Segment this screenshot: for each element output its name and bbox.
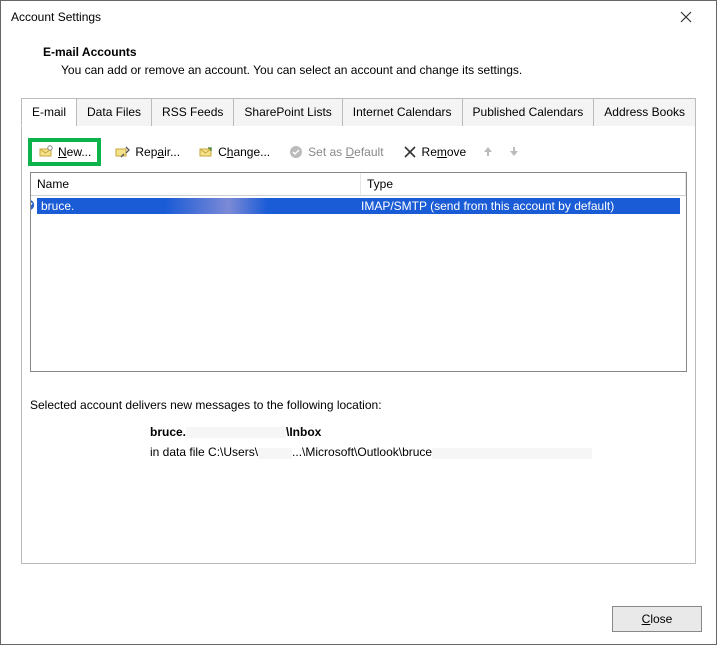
repair-button[interactable]: Repair... (111, 142, 184, 162)
repair-icon (115, 144, 131, 160)
tab-internet-calendars[interactable]: Internet Calendars (342, 98, 463, 126)
tab-address-books[interactable]: Address Books (593, 98, 696, 126)
move-up-button (480, 145, 496, 160)
toolbar: New... Repair... (30, 136, 687, 172)
arrow-down-icon (508, 145, 520, 157)
remove-icon (402, 144, 418, 160)
loc-suffix: \Inbox (286, 425, 321, 439)
cell-name: bruce. (37, 198, 357, 214)
tab-data-files[interactable]: Data Files (76, 98, 152, 126)
highlight-new: New... (28, 138, 101, 166)
redacted-text (432, 448, 592, 459)
remove-button[interactable]: Remove (398, 142, 471, 162)
change-label: Change... (218, 145, 270, 159)
tab-email[interactable]: E-mail (21, 98, 77, 126)
list-header: Name Type (31, 173, 686, 196)
cell-type: IMAP/SMTP (send from this account by def… (357, 198, 680, 214)
change-icon (198, 144, 214, 160)
arrow-up-icon (482, 145, 494, 157)
loc-prefix: bruce. (150, 425, 186, 439)
move-down-button (506, 145, 522, 160)
accounts-list[interactable]: Name Type bruce. IMAP/SMTP (send from th… (30, 172, 687, 372)
mail-new-icon (38, 144, 54, 160)
redacted-text (258, 448, 292, 459)
window-title: Account Settings (11, 10, 101, 24)
section-description: You can add or remove an account. You ca… (61, 63, 696, 77)
loc-line2-b: ...\Microsoft\Outlook\bruce (292, 445, 432, 459)
tab-strip: E-mail Data Files RSS Feeds SharePoint L… (21, 97, 696, 126)
tab-panel-email: New... Repair... (21, 126, 696, 564)
remove-label: Remove (422, 145, 467, 159)
repair-label: Repair... (135, 145, 180, 159)
tab-rss-feeds[interactable]: RSS Feeds (151, 98, 234, 126)
set-default-label: Set as Default (308, 145, 383, 159)
new-label: New... (58, 145, 91, 159)
change-button[interactable]: Change... (194, 142, 274, 162)
default-check-icon (30, 199, 37, 214)
close-icon (680, 11, 692, 23)
deliver-intro: Selected account delivers new messages t… (30, 398, 687, 412)
list-row[interactable]: bruce. IMAP/SMTP (send from this account… (37, 196, 680, 216)
loc-line2-a: in data file C:\Users\ (150, 445, 258, 459)
window-close-button[interactable] (666, 1, 706, 33)
col-header-type[interactable]: Type (361, 173, 686, 195)
tab-sharepoint-lists[interactable]: SharePoint Lists (233, 98, 342, 126)
section-title: E-mail Accounts (43, 45, 696, 59)
check-circle-icon (288, 144, 304, 160)
set-default-button: Set as Default (284, 142, 387, 162)
new-button[interactable]: New... (34, 142, 95, 162)
col-header-name[interactable]: Name (31, 173, 361, 195)
tab-published-calendars[interactable]: Published Calendars (462, 98, 595, 126)
deliver-location: bruce. \Inbox in data file C:\Users\ ...\M… (150, 422, 687, 463)
redacted-text (186, 427, 286, 438)
close-button[interactable]: Close (612, 606, 702, 632)
